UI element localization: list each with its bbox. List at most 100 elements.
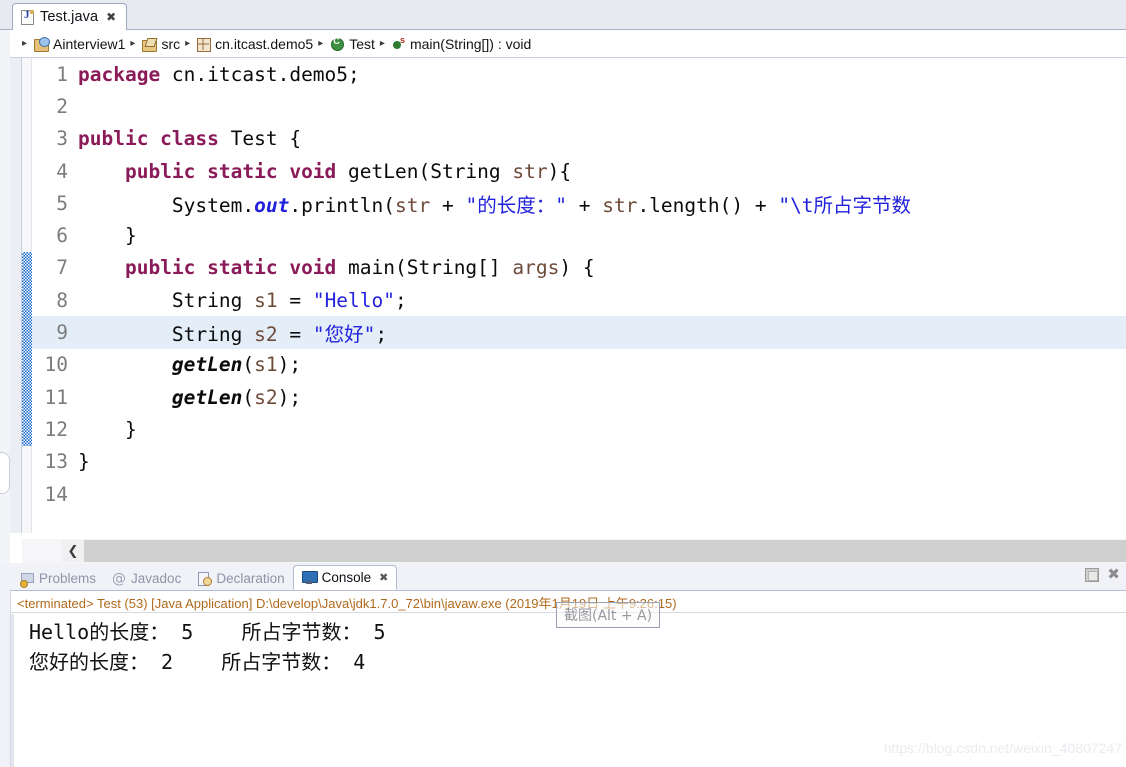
- breadcrumb-label: Test: [349, 35, 375, 52]
- code-token: cn.itcast.demo5;: [160, 62, 360, 86]
- breadcrumb: ▸ Ainterview1 ▸ src ▸ cn.itcast.demo5 ▸ …: [0, 30, 1126, 58]
- code-token: System.: [78, 193, 255, 217]
- breadcrumb-item-project[interactable]: Ainterview1: [34, 36, 125, 52]
- eclipse-window: Test.java ✖ ▸ Ainterview1 ▸ src ▸ cn.itc…: [0, 0, 1126, 767]
- breadcrumb-item-src[interactable]: src: [142, 36, 180, 52]
- java-class-icon: [330, 36, 345, 51]
- code-token: =: [277, 323, 313, 347]
- editor-horizontal-scrollbar[interactable]: ❮: [22, 539, 1126, 563]
- code-text-area[interactable]: 1 package cn.itcast.demo5; 2 3 public class …: [32, 58, 1126, 533]
- code-token: str: [512, 159, 548, 183]
- code-token: "\t所占字节数: [778, 193, 912, 217]
- code-line[interactable]: 2: [32, 90, 1126, 122]
- code-token: getLen(String: [336, 159, 513, 183]
- code-token: }: [78, 224, 137, 248]
- code-line[interactable]: 13}: [32, 446, 1126, 478]
- tab-declaration[interactable]: Declaration: [189, 567, 292, 590]
- tab-javadoc[interactable]: @ Javadoc: [104, 567, 189, 590]
- code-token: .length() +: [637, 193, 779, 217]
- close-icon[interactable]: ✖: [379, 571, 388, 584]
- line-number: 6: [56, 224, 68, 248]
- line-number: 14: [44, 482, 68, 506]
- chevron-right-icon: ▸: [130, 38, 136, 49]
- code-line[interactable]: 3 public class Test {: [32, 123, 1126, 155]
- change-bar: [22, 251, 32, 446]
- line-text: }: [74, 224, 1126, 247]
- code-line[interactable]: 10 getLen(s1);: [32, 349, 1126, 381]
- code-token: s2: [254, 385, 278, 409]
- code-token: str: [395, 193, 431, 217]
- code-line[interactable]: 6 }: [32, 219, 1126, 251]
- close-icon[interactable]: ✖: [1107, 567, 1120, 582]
- code-token: +: [430, 193, 466, 217]
- line-number: 2: [56, 94, 68, 118]
- code-line[interactable]: 14: [32, 478, 1126, 510]
- line-text: public static void main(String[] args) {: [74, 256, 1126, 279]
- tab-label: Problems: [39, 571, 97, 586]
- code-line[interactable]: 8 String s1 = "Hello";: [32, 284, 1126, 316]
- declaration-icon: [197, 571, 213, 586]
- editor-tab-label: Test.java: [40, 9, 99, 25]
- tab-problems[interactable]: Problems: [12, 567, 104, 590]
- code-token: public class: [78, 127, 219, 151]
- breadcrumb-item-method[interactable]: main(String[]) : void: [392, 35, 532, 52]
- code-token: getLen: [171, 385, 243, 409]
- source-folder-icon: [142, 37, 158, 52]
- code-token: =: [277, 288, 313, 312]
- code-token: out: [254, 193, 290, 217]
- code-line[interactable]: 12 }: [32, 413, 1126, 445]
- code-line[interactable]: 5 System.out.println(str + "的长度：" + str.…: [32, 187, 1126, 219]
- breadcrumb-label: main(String[]) : void: [409, 35, 532, 52]
- scroll-left-icon[interactable]: ❮: [62, 540, 84, 562]
- code-token: );: [277, 353, 302, 377]
- breadcrumb-item-package[interactable]: cn.itcast.demo5: [197, 36, 313, 52]
- line-number: 13: [44, 450, 68, 474]
- console-output-line: 您好的长度： 2 所占字节数： 4: [29, 650, 366, 674]
- code-token: ) {: [559, 256, 595, 280]
- line-number: 4: [56, 159, 68, 183]
- code-token: }: [78, 417, 137, 441]
- quick-diff-column: [22, 58, 32, 533]
- close-icon[interactable]: ✖: [106, 11, 116, 23]
- code-line[interactable]: 11 getLen(s2);: [32, 381, 1126, 413]
- code-line[interactable]: 7 public static void main(String[] args)…: [32, 252, 1126, 284]
- code-line[interactable]: 9 String s2 = "您好";: [32, 316, 1126, 349]
- code-token: public static void: [124, 256, 337, 280]
- chevron-right-icon: ▸: [185, 38, 191, 49]
- breadcrumb-item-class[interactable]: Test: [330, 36, 375, 52]
- code-token: ;: [395, 288, 407, 312]
- console-output-line: Hello的长度： 5 所占字节数： 5: [29, 620, 386, 644]
- line-text: public class Test {: [74, 127, 1126, 150]
- code-token: (: [242, 353, 255, 377]
- code-token: str: [602, 193, 638, 217]
- line-text: getLen(s2);: [74, 386, 1126, 409]
- static-method-icon: [392, 35, 406, 51]
- breadcrumb-label: src: [161, 35, 181, 52]
- chevron-right-icon: ▸: [379, 38, 385, 49]
- code-token: "您好": [312, 323, 376, 347]
- scrollbar-track[interactable]: [84, 540, 1126, 562]
- tab-label: Declaration: [216, 571, 285, 586]
- editor-frame-nub: [0, 452, 10, 494]
- line-number: 3: [56, 127, 68, 151]
- editor-tab-test-java[interactable]: Test.java ✖: [12, 3, 128, 30]
- line-text: System.out.println(str + "的长度：" + str.le…: [74, 189, 1126, 218]
- code-token: +: [566, 193, 603, 217]
- line-number: 7: [56, 256, 68, 280]
- code-line[interactable]: 4 public static void getLen(String str){: [32, 155, 1126, 187]
- line-number: 11: [44, 385, 68, 409]
- line-text: package cn.itcast.demo5;: [74, 63, 1126, 86]
- code-token: getLen: [171, 353, 243, 377]
- minimize-icon[interactable]: [1085, 567, 1100, 582]
- view-tab-strip: Problems @ Javadoc Declaration Console ✖…: [0, 563, 1126, 590]
- tab-console[interactable]: Console ✖: [292, 565, 398, 590]
- line-number: 10: [44, 353, 68, 377]
- code-line[interactable]: 1 package cn.itcast.demo5;: [32, 58, 1126, 90]
- console-view[interactable]: <terminated> Test (53) [Java Application…: [10, 590, 1126, 767]
- line-text: String s2 = "您好";: [74, 318, 1126, 347]
- code-token: public static void: [124, 159, 337, 183]
